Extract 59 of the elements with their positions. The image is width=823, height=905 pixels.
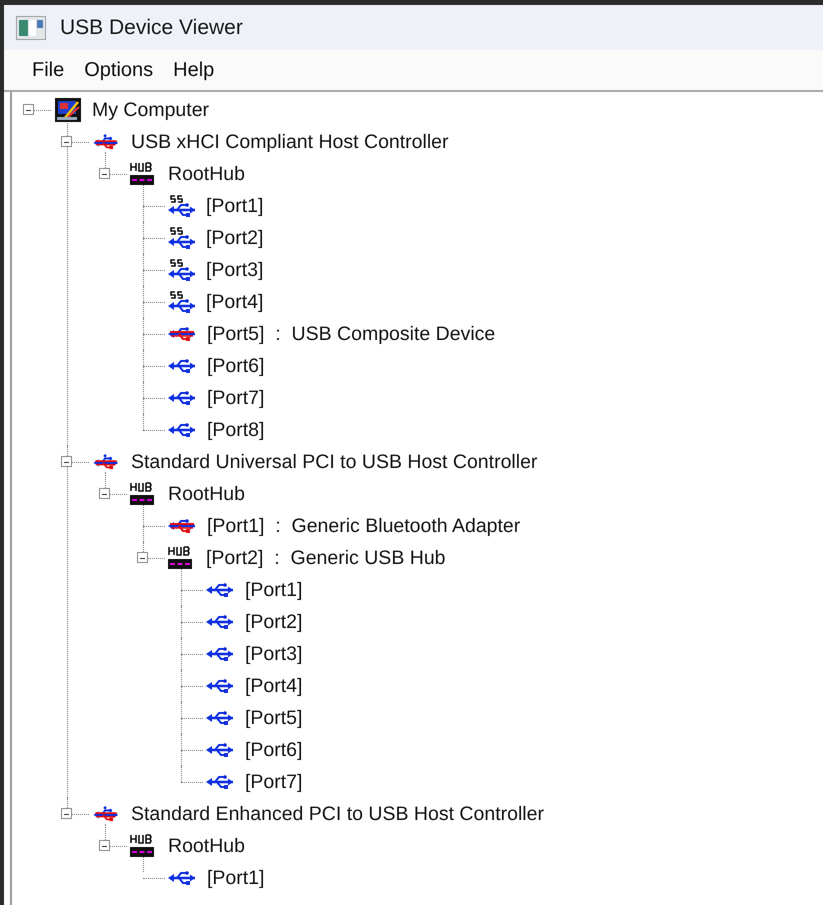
usb-icon (166, 225, 197, 251)
tree-item[interactable]: My Computer (92, 98, 210, 122)
usb-icon (91, 134, 120, 150)
tree-item[interactable]: RootHub (168, 162, 245, 186)
tree-item[interactable]: [Port1] (207, 866, 264, 890)
tree-item[interactable]: [Port3] (206, 258, 264, 282)
collapse-toggle[interactable] (99, 488, 110, 499)
tree-item[interactable]: [Port4] (206, 290, 264, 314)
usb-icon (166, 257, 197, 283)
usb-icon (167, 390, 196, 406)
usb-icon (91, 806, 120, 822)
tree-item[interactable]: [Port5] : USB Composite Device (207, 322, 496, 346)
menu-item[interactable]: File (24, 56, 72, 84)
tree-item[interactable]: Standard Universal PCI to USB Host Controller (131, 450, 538, 474)
tree-item[interactable]: [Port7] (207, 386, 264, 410)
tree-item[interactable]: [Port2] : Generic USB Hub (206, 546, 446, 570)
collapse-toggle[interactable] (61, 456, 72, 467)
tree-item[interactable]: [Port8] (207, 418, 264, 442)
usb-icon (167, 518, 196, 534)
usb-icon (205, 710, 234, 726)
tree-item[interactable]: [Port5] (245, 706, 302, 730)
usb-icon (205, 614, 234, 630)
usb-icon (205, 742, 234, 758)
tree-item[interactable]: [Port1] : Generic Bluetooth Adapter (207, 514, 520, 538)
collapse-toggle[interactable] (137, 552, 148, 563)
collapse-toggle[interactable] (99, 840, 110, 851)
menu-item[interactable]: Options (76, 56, 162, 84)
computer-icon (52, 97, 83, 123)
tree-item[interactable]: [Port2] (206, 226, 264, 250)
collapse-toggle[interactable] (23, 104, 34, 115)
tree-item[interactable]: USB xHCI Compliant Host Controller (131, 130, 449, 154)
usb-icon (91, 454, 120, 470)
collapse-toggle[interactable] (61, 136, 72, 147)
usb-icon (205, 774, 234, 790)
tree-item[interactable]: Standard Enhanced PCI to USB Host Controller (131, 802, 544, 826)
tree-item[interactable]: [Port3] (245, 642, 302, 666)
tree-item[interactable]: [Port4] (245, 674, 302, 698)
tree-item[interactable]: RootHub (168, 834, 245, 858)
usb-icon (205, 678, 234, 694)
tree-item[interactable]: [Port2] (245, 610, 302, 634)
app-icon (16, 16, 46, 40)
usb-icon (205, 646, 234, 662)
collapse-toggle[interactable] (99, 168, 110, 179)
tree-item[interactable]: [Port1] (245, 578, 302, 602)
tree-item[interactable]: [Port6] (245, 738, 302, 762)
usb-icon (166, 193, 197, 219)
tree-item[interactable]: RootHub (168, 482, 245, 506)
menu-item[interactable]: Help (165, 56, 222, 84)
usb-icon (167, 870, 196, 886)
usb-icon (167, 358, 196, 374)
collapse-toggle[interactable] (61, 808, 72, 819)
usb-icon (166, 289, 197, 315)
tree-item[interactable]: [Port1] (206, 194, 264, 218)
tree-item[interactable]: [Port6] (207, 354, 264, 378)
tree-item[interactable]: [Port7] (245, 770, 302, 794)
window-title: USB Device Viewer (60, 16, 243, 40)
usb-icon (167, 422, 196, 438)
usb-icon (167, 326, 196, 342)
usb-icon (205, 582, 234, 598)
